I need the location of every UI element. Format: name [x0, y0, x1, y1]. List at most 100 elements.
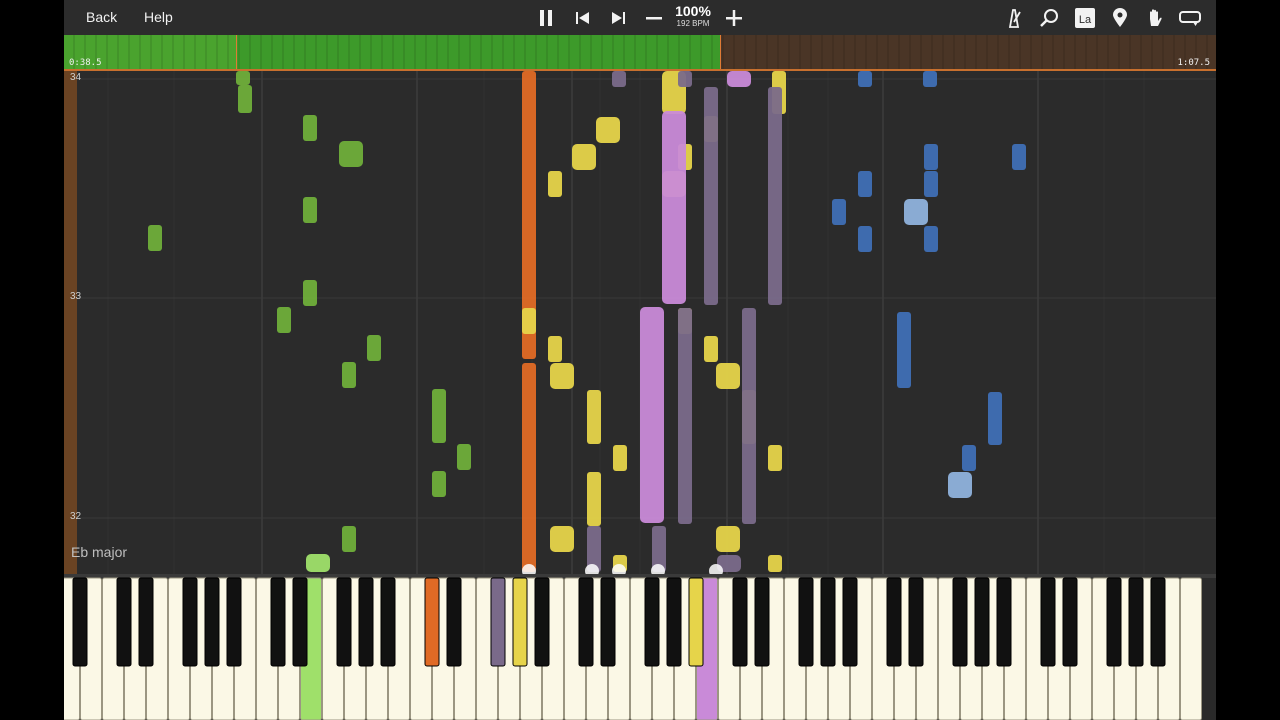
note-label-icon[interactable]: La	[1072, 5, 1098, 31]
black-key[interactable]	[534, 577, 550, 667]
white-key[interactable]	[1180, 577, 1202, 720]
location-pin-icon[interactable]	[1107, 5, 1133, 31]
black-key[interactable]	[600, 577, 616, 667]
note-waterfall	[64, 71, 1216, 574]
note-bar	[432, 389, 446, 443]
note-bar	[716, 526, 740, 552]
note-bar	[716, 363, 740, 389]
black-key[interactable]	[446, 577, 462, 667]
minus-icon[interactable]	[641, 5, 667, 31]
search-icon[interactable]	[1036, 5, 1062, 31]
black-key[interactable]	[138, 577, 154, 667]
black-key[interactable]	[908, 577, 924, 667]
note-bar	[742, 308, 756, 524]
black-key[interactable]	[512, 577, 528, 667]
note-bar	[988, 392, 1002, 445]
hand-icon[interactable]	[1142, 5, 1168, 31]
note-bar	[342, 362, 356, 388]
black-key[interactable]	[270, 577, 286, 667]
help-button[interactable]: Help	[144, 0, 173, 35]
note-bar	[858, 171, 872, 197]
key-signature-label: Eb major	[71, 544, 128, 560]
black-key[interactable]	[1128, 577, 1144, 667]
note-bar	[612, 71, 626, 87]
black-key[interactable]	[292, 577, 308, 667]
note-bar	[858, 71, 872, 87]
note-bar	[548, 171, 562, 197]
black-key[interactable]	[336, 577, 352, 667]
black-key[interactable]	[72, 577, 88, 667]
black-key[interactable]	[688, 577, 704, 667]
black-key[interactable]	[578, 577, 594, 667]
black-key[interactable]	[996, 577, 1012, 667]
plus-icon[interactable]	[721, 5, 747, 31]
note-bar	[924, 144, 938, 170]
black-key[interactable]	[424, 577, 440, 667]
black-key[interactable]	[952, 577, 968, 667]
black-key[interactable]	[644, 577, 660, 667]
progress-ticks	[73, 35, 1208, 69]
loop-icon[interactable]	[1177, 5, 1203, 31]
note-bar	[924, 171, 938, 197]
note-bar	[832, 199, 846, 225]
previous-icon[interactable]	[570, 5, 596, 31]
note-bar	[678, 308, 692, 524]
note-bar	[962, 445, 976, 471]
black-key[interactable]	[1062, 577, 1078, 667]
note-bar	[596, 117, 620, 143]
piano-keyboard[interactable]	[64, 574, 1216, 720]
black-key[interactable]	[182, 577, 198, 667]
note-bar	[768, 555, 782, 572]
note-bar	[306, 554, 330, 572]
note-bar	[548, 336, 562, 362]
synthesia-player: Back Help 100% 192 BPM La 0:38.5 1:07.5 …	[64, 0, 1216, 720]
black-key[interactable]	[820, 577, 836, 667]
black-key[interactable]	[380, 577, 396, 667]
note-bar	[522, 308, 536, 334]
black-key[interactable]	[1106, 577, 1122, 667]
svg-text:La: La	[1079, 14, 1092, 26]
note-bar	[303, 197, 317, 223]
note-bar	[238, 85, 252, 113]
black-key[interactable]	[226, 577, 242, 667]
note-bar	[768, 87, 782, 305]
black-key[interactable]	[490, 577, 506, 667]
pause-icon[interactable]	[533, 5, 559, 31]
song-progress-bar[interactable]: 0:38.5 1:07.5	[64, 35, 1216, 71]
back-button[interactable]: Back	[86, 0, 117, 35]
next-icon[interactable]	[605, 5, 631, 31]
black-key[interactable]	[732, 577, 748, 667]
note-bar	[303, 280, 317, 306]
note-bar	[704, 336, 718, 362]
black-key[interactable]	[754, 577, 770, 667]
note-bar	[897, 312, 911, 388]
note-bar	[858, 226, 872, 252]
black-key[interactable]	[798, 577, 814, 667]
black-key[interactable]	[116, 577, 132, 667]
note-bar	[924, 226, 938, 252]
metronome-icon[interactable]	[1001, 5, 1027, 31]
piano-roll: 34 33 32 Eb major	[64, 71, 1216, 574]
piano-keys	[64, 574, 1216, 720]
black-key[interactable]	[358, 577, 374, 667]
progress-start-time: 0:38.5	[69, 58, 102, 68]
black-key[interactable]	[842, 577, 858, 667]
toolbar: Back Help 100% 192 BPM La	[64, 0, 1216, 35]
note-bar	[640, 307, 664, 523]
black-key[interactable]	[204, 577, 220, 667]
black-key[interactable]	[1150, 577, 1166, 667]
black-key[interactable]	[666, 577, 682, 667]
note-bar	[704, 87, 718, 305]
note-bar	[342, 526, 356, 552]
black-key[interactable]	[1040, 577, 1056, 667]
note-bar	[522, 363, 536, 572]
speed-bpm: 192 BPM	[676, 19, 710, 28]
black-key[interactable]	[974, 577, 990, 667]
speed-percent: 100%	[675, 3, 711, 19]
note-bar	[236, 71, 250, 85]
note-bar	[303, 115, 317, 141]
note-bar	[727, 71, 751, 87]
black-key[interactable]	[886, 577, 902, 667]
keyboard-top-rail	[64, 574, 1216, 578]
speed-readout: 100% 192 BPM	[670, 4, 716, 29]
